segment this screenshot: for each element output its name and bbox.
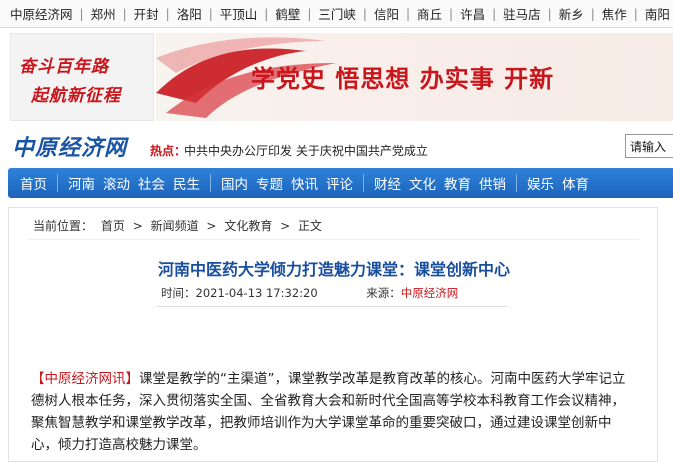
site-logo[interactable]: 中原经济网 [12,130,127,162]
breadcrumb-item-news[interactable]: 新闻频道 [151,219,199,233]
hot-headline-link[interactable]: 中共中央办公厅印发 关于庆祝中国共产党成立 [184,142,428,159]
breadcrumb-item-culture-edu[interactable]: 文化教育 [224,219,272,233]
search-input[interactable]: 请输入 [625,134,673,158]
banner-slogan: 学党史 悟思想 办实事 开新 [251,65,555,93]
breadcrumb-item-home[interactable]: 首页 [101,219,125,233]
city-link-xuchang[interactable]: 许昌 [453,4,492,23]
city-link-nanyang[interactable]: 南阳 [638,4,673,23]
nav-item-sports[interactable]: 体育 [558,173,593,193]
main-nav: 首页 河南 滚动 社会 民生 国内 专题 快讯 评论 财经 文化 教育 供销 娱… [8,168,673,198]
time-label: 时间： [161,286,196,300]
nav-divider [210,174,211,192]
nav-item-society[interactable]: 社会 [134,173,169,193]
city-link-home[interactable]: 中原经济网 [0,4,80,23]
lead-tag: 【中原经济网讯】 [31,371,139,387]
source-label: 来源： [366,286,401,300]
article-body: 【中原经济网讯】课堂是教学的“主渠道”，课堂教学改革是教育改革的核心。河南中医药… [31,368,631,456]
nav-item-rolling[interactable]: 滚动 [99,173,134,193]
nav-divider [363,174,364,192]
banner: 奋斗百年路 起航新征程 学党史 悟思想 办实事 开新 [0,33,673,123]
breadcrumb-sep: > [280,219,291,233]
city-link-zhumadian[interactable]: 驻马店 [496,4,548,23]
nav-item-culture[interactable]: 文化 [405,173,440,193]
breadcrumb-item-body: 正文 [298,219,323,233]
header: 中原经济网 热点： 中共中央办公厅印发 关于庆祝中国共产党成立 [0,126,673,166]
city-link-xinyang[interactable]: 信阳 [367,4,406,23]
banner-left-ad[interactable]: 奋斗百年路 起航新征程 [10,33,154,121]
nav-item-finance[interactable]: 财经 [370,173,405,193]
nav-item-supply[interactable]: 供销 [475,173,510,193]
city-link-xinxiang[interactable]: 新乡 [552,4,591,23]
breadcrumb-sep: > [132,219,143,233]
nav-item-home[interactable]: 首页 [8,173,51,193]
publish-time: 2021-04-13 17:32:20 [195,286,318,300]
nav-item-henan[interactable]: 河南 [64,173,99,193]
city-link-kaifeng[interactable]: 开封 [127,4,166,23]
nav-item-education[interactable]: 教育 [440,173,475,193]
article-meta: 时间：2021-04-13 17:32:20 来源：中原经济网 [161,285,458,301]
breadcrumb-label: 当前位置： [33,219,94,233]
article-title: 河南中医药大学倾力打造魅力课堂：课堂创新中心 [157,260,510,279]
city-link-jiaozuo[interactable]: 焦作 [595,4,634,23]
nav-divider [57,174,58,192]
banner-right-ad[interactable]: 学党史 悟思想 办实事 开新 [156,33,673,121]
city-link-zhengzhou[interactable]: 郑州 [84,4,123,23]
breadcrumb-sep: > [206,219,217,233]
banner-left-line2: 起航新征程 [31,86,121,106]
city-link-sanmenxia[interactable]: 三门峡 [311,4,363,23]
nav-item-entertainment[interactable]: 娱乐 [523,173,558,193]
meta-divider [157,306,507,307]
nav-item-domestic[interactable]: 国内 [217,173,252,193]
breadcrumb: 当前位置： 首页 > 新闻频道 > 文化教育 > 正文 [33,217,326,234]
breadcrumb-divider [29,239,639,240]
city-link-shangqiu[interactable]: 商丘 [410,4,449,23]
article-panel: 当前位置： 首页 > 新闻频道 > 文化教育 > 正文 河南中医药大学倾力打造魅… [8,207,658,462]
city-bar: 中原经济网 | 郑州 | 开封 | 洛阳 | 平顶山 | 鹤壁 | 三门峡 | … [0,0,673,28]
nav-item-flash[interactable]: 快讯 [287,173,322,193]
city-link-pingdingshan[interactable]: 平顶山 [213,4,265,23]
city-link-luoyang[interactable]: 洛阳 [170,4,209,23]
nav-item-livelihood[interactable]: 民生 [169,173,204,193]
nav-item-comment[interactable]: 评论 [322,173,357,193]
hot-label: 热点： [150,144,187,158]
nav-item-special[interactable]: 专题 [252,173,287,193]
city-link-hebi[interactable]: 鹤壁 [268,4,307,23]
nav-divider [516,174,517,192]
source-link[interactable]: 中原经济网 [401,286,459,300]
banner-left-line1: 奋斗百年路 [19,57,109,77]
